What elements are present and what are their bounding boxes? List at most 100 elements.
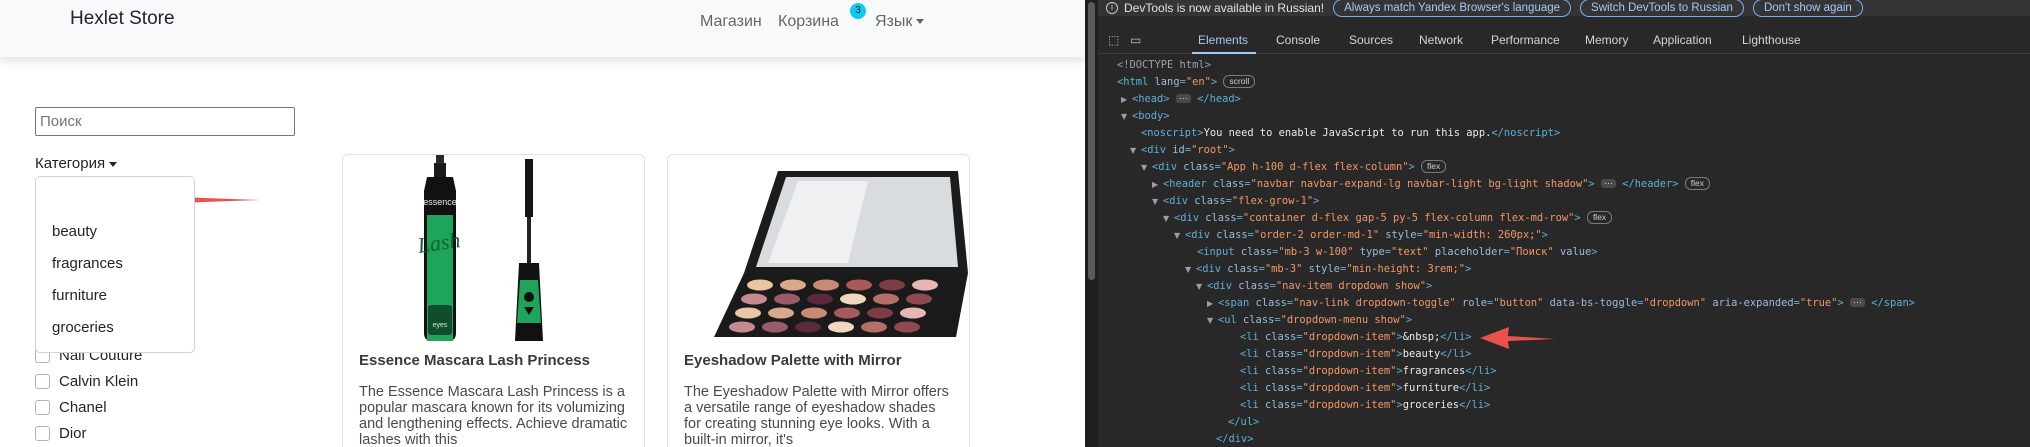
tab-lighthouse[interactable]: Lighthouse (1742, 33, 1801, 47)
tab-sources[interactable]: Sources (1349, 33, 1393, 47)
devtools-language-infobar: i DevTools is now available in Russian! … (1098, 0, 2030, 17)
eyeshadow-pan (774, 293, 800, 305)
dom-node-root[interactable]: ▼ <div id="root"> (1130, 142, 1235, 159)
dom-node-flex-grow[interactable]: ▼ <div class="flex-grow-1"> (1152, 193, 1319, 210)
navbar: Hexlet Store Магазин Корзина 3 Язык (0, 0, 1085, 57)
eyeshadow-pan (735, 307, 761, 319)
info-icon: i (1106, 2, 1118, 14)
eyeshadow-pan (762, 321, 788, 333)
search-input[interactable] (35, 107, 295, 136)
dropdown-item-beauty[interactable]: beauty (52, 223, 97, 240)
device-toolbar-icon[interactable]: ▭ (1130, 33, 1146, 47)
dom-node-noscript[interactable]: <noscript>You need to enable JavaScript … (1141, 125, 1560, 142)
tab-application[interactable]: Application (1653, 33, 1712, 47)
infobar-message: DevTools is now available in Russian! (1124, 1, 1325, 15)
eyeshadow-pan (729, 321, 755, 333)
dom-node-span-toggle[interactable]: ▶ <span class="nav-link dropdown-toggle" … (1207, 295, 1915, 312)
dom-node-li-furniture[interactable]: <li class="dropdown-item">furniture</li> (1240, 380, 1490, 397)
eyeshadow-pan (846, 279, 872, 291)
checkbox[interactable] (35, 399, 50, 415)
eyeshadow-pan (801, 307, 827, 319)
svg-text:eyes: eyes (433, 322, 448, 329)
switch-to-russian-button[interactable]: Switch DevTools to Russian (1580, 0, 1744, 17)
caret-down-icon (109, 161, 118, 167)
tab-elements[interactable]: Elements (1198, 33, 1248, 47)
checkbox[interactable] (35, 373, 50, 389)
dom-node-header[interactable]: ▶ <header class="navbar navbar-expand-lg … (1152, 176, 1711, 193)
eyeshadow-pan (795, 321, 821, 333)
scrollbar-thumb[interactable] (1088, 2, 1095, 280)
page-scrollbar[interactable] (1085, 0, 1098, 447)
dom-node-input[interactable]: <input class="mb-3 w-100" type="text" pl… (1197, 244, 1598, 261)
eyeshadow-pan (894, 321, 920, 333)
brand-filter-chanel[interactable]: Chanel (35, 398, 107, 416)
cart-count-badge: 3 (850, 3, 866, 19)
product-card[interactable]: essence Lash eyes Essence Mascara Lash P… (342, 154, 645, 447)
active-tab-indicator (1192, 52, 1256, 54)
svg-text:essence: essence (423, 197, 457, 207)
tab-performance[interactable]: Performance (1491, 33, 1560, 47)
dom-node-doctype[interactable]: <!DOCTYPE html> (1117, 57, 1211, 74)
language-label: Язык (875, 13, 913, 30)
language-dropdown-toggle[interactable]: Язык (875, 13, 925, 31)
dom-node-order[interactable]: ▼ <div class="order-2 order-md-1" style="… (1174, 227, 1548, 244)
inspect-element-icon[interactable]: ⬚ (1108, 33, 1124, 47)
dom-node-li-beauty[interactable]: <li class="dropdown-item">beauty</li> (1240, 346, 1472, 363)
eyeshadow-pan (912, 279, 938, 291)
dom-node-li-empty[interactable]: <li class="dropdown-item">&nbsp;</li> (1240, 329, 1472, 346)
dom-node-head[interactable]: ▶ <head> ⋯ </head> (1121, 91, 1241, 108)
eyeshadow-pan (840, 293, 866, 305)
category-dropdown-menu: beauty fragrances furniture groceries (35, 176, 195, 353)
eyeshadow-pan (906, 293, 932, 305)
eyeshadow-pan (861, 321, 887, 333)
nav-link-cart[interactable]: Корзина (778, 13, 839, 31)
product-title[interactable]: Eyeshadow Palette with Mirror (684, 352, 902, 369)
eyeshadow-pan (867, 307, 893, 319)
dont-show-again-button[interactable]: Don't show again (1752, 0, 1863, 17)
dom-node-body[interactable]: ▼ <body> (1121, 108, 1170, 125)
brand-filter-calvin-klein[interactable]: Calvin Klein (35, 372, 138, 390)
dom-node-div-close[interactable]: </div> (1216, 431, 1254, 447)
dom-node-mb3[interactable]: ▼ <div class="mb-3" style="min-height: 3r… (1185, 261, 1471, 278)
store-brand-link[interactable]: Hexlet Store (70, 8, 175, 30)
dropdown-item-groceries[interactable]: groceries (52, 319, 114, 336)
dom-node-container[interactable]: ▼ <div class="container d-flex gap-5 py-5… (1163, 210, 1613, 227)
dom-node-ul-close[interactable]: </ul> (1228, 414, 1259, 431)
tab-network[interactable]: Network (1419, 33, 1463, 47)
devtools-panel: i DevTools is now available in Russian! … (1085, 0, 2030, 447)
brand-label: Calvin Klein (59, 372, 139, 390)
dom-node-li-groceries[interactable]: <li class="dropdown-item">groceries</li> (1240, 397, 1490, 414)
eyeshadow-pan (873, 293, 899, 305)
eyeshadow-pan (747, 279, 773, 291)
product-card[interactable]: Eyeshadow Palette with Mirror The Eyesha… (667, 154, 970, 447)
brand-label: Chanel (59, 398, 107, 416)
dom-node-li-fragrances[interactable]: <li class="dropdown-item">fragrances</li… (1240, 363, 1497, 380)
tab-memory[interactable]: Memory (1585, 33, 1628, 47)
eyeshadow-pan (879, 279, 905, 291)
brand-label: Dior (59, 424, 87, 442)
dropdown-item-furniture[interactable]: furniture (52, 287, 107, 304)
always-match-language-button[interactable]: Always match Yandex Browser's language (1333, 0, 1572, 17)
product-description: The Eyeshadow Palette with Mirror offers… (684, 384, 949, 447)
dom-node-nav-item[interactable]: ▼ <div class="nav-item dropdown show"> (1196, 278, 1432, 295)
dom-node-ul[interactable]: ▼ <ul class="dropdown-menu show"> (1207, 312, 1412, 329)
brand-filter-dior[interactable]: Dior (35, 424, 87, 442)
store-page: Hexlet Store Магазин Корзина 3 Язык Кате… (0, 0, 1085, 447)
category-dropdown-toggle[interactable]: Категория (35, 155, 118, 172)
product-title[interactable]: Essence Mascara Lash Princess (359, 352, 590, 369)
caret-down-icon (916, 19, 925, 25)
eyeshadow-pan (741, 293, 767, 305)
devtools-tabbar: ⬚ ▭ Elements Console Sources Network Per… (1098, 28, 2030, 54)
product-image-eyeshadow-palette (714, 171, 968, 337)
nav-link-shop[interactable]: Магазин (700, 13, 762, 31)
dropdown-item-fragrances[interactable]: fragrances (52, 255, 123, 272)
dom-node-html[interactable]: <html lang="en"> scroll (1117, 74, 1256, 91)
tab-console[interactable]: Console (1276, 33, 1320, 47)
checkbox[interactable] (35, 425, 50, 441)
product-image-mascara: essence Lash eyes (415, 155, 543, 341)
eyeshadow-pan (780, 279, 806, 291)
category-toggle-label: Категория (35, 155, 106, 172)
eyeshadow-pan (828, 321, 854, 333)
eyeshadow-pan (768, 307, 794, 319)
dom-node-app[interactable]: ▼ <div class="App h-100 d-flex flex-colum… (1141, 159, 1447, 176)
